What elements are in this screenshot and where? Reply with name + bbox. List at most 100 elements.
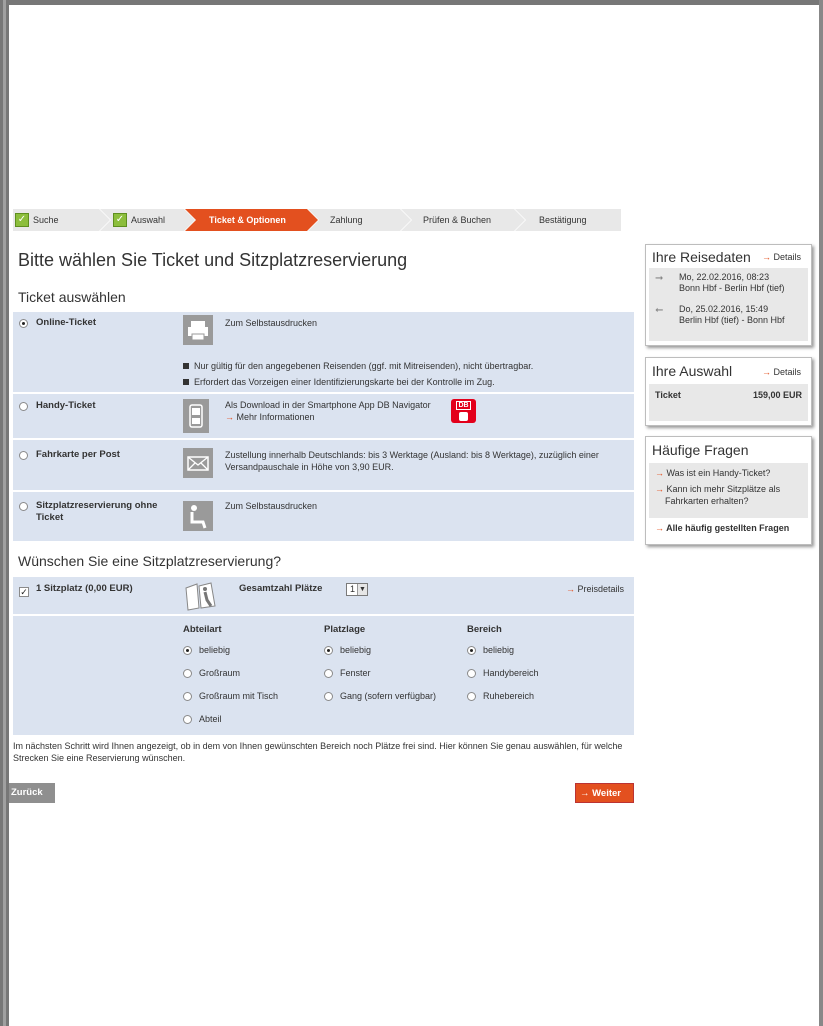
step-label: Ticket & Optionen [209,215,286,225]
faq-link-more-seats[interactable]: → Kann ich mehr Sitzplätze als Fahrkarte… [655,483,805,507]
arrow-right-icon: → [761,367,771,377]
window-frame-right [819,0,823,1026]
faq-q2: Kann ich mehr Sitzplätze als Fahrkarten … [665,484,781,506]
handy-ticket-radio[interactable] [19,402,28,411]
auswahl-ticket-price: 159,00 EUR [752,390,802,400]
auswahl-ticket-label: Ticket [655,390,681,400]
abteilart-option[interactable]: Großraum [199,667,240,679]
bereich-heading: Bereich [467,624,502,635]
arrow-right-icon: → [655,523,664,533]
step-label: Zahlung [330,215,363,225]
arrow-right-icon: → [655,484,664,494]
reservation-info-text: Im nächsten Schritt wird Ihnen angezeigt… [13,741,623,763]
bereich-radio-handy[interactable] [467,669,476,678]
online-note-1: Nur gültig für den angegebenen Reisenden… [194,361,534,371]
mehr-informationen-label: Mehr Informationen [236,412,315,422]
abteilart-option[interactable]: Abteil [199,713,222,725]
auswahl-box: Ihre Auswahl → Details Ticket 159,00 EUR [645,357,812,426]
next-button-label: Weiter [592,788,622,799]
post-ticket-desc: Zustellung innerhalb Deutschlands: bis 3… [225,450,599,472]
online-ticket-label[interactable]: Online-Ticket [36,317,96,329]
abteilart-radio-abteil[interactable] [183,715,192,724]
reservation-section-title: Wünschen Sie eine Sitzplatzreservierung? [18,553,282,569]
online-ticket-radio[interactable] [19,319,28,328]
faq-title: Häufige Fragen [652,442,749,458]
phone-glyph [459,412,468,421]
abteilart-radio-beliebig[interactable] [183,646,192,655]
bereich-option[interactable]: Ruhebereich [483,690,534,702]
online-note-2: Erfordert das Vorzeigen einer Identifizi… [194,377,495,387]
abteilart-radio-grossraum-tisch[interactable] [183,692,192,701]
total-seats-select[interactable]: 1 ▼ [346,583,368,596]
total-seats-label: Gesamtzahl Plätze [239,583,323,594]
step-auswahl[interactable]: ✓ Auswahl [100,209,196,231]
check-icon: ✓ [15,213,29,227]
faq-all-label: Alle häufig gestellten Fragen [666,523,790,533]
seat-only-radio[interactable] [19,502,28,511]
ticket-option-post: Fahrkarte per Post Zustellung innerhalb … [13,439,634,490]
step-pruefen-buchen: Prüfen & Buchen [401,209,526,231]
abteilart-heading: Abteilart [183,624,222,635]
reisedaten-details-link[interactable]: → Details [762,252,801,262]
platzlage-radio-fenster[interactable] [324,669,333,678]
bereich-radio-beliebig[interactable] [467,646,476,655]
platzlage-radio-beliebig[interactable] [324,646,333,655]
seat-only-label[interactable]: Sitzplatzreservierung ohne Ticket [36,500,171,524]
db-navigator-app-icon[interactable]: DB [451,399,476,423]
mehr-informationen-link[interactable]: → Mehr Informationen [225,411,315,423]
step-label: Bestätigung [539,215,587,225]
step-label: Prüfen & Buchen [423,215,492,225]
window-frame-left [0,0,9,1026]
abteilart-option[interactable]: Großraum mit Tisch [199,690,278,702]
faq-link-all[interactable]: → Alle häufig gestellten Fragen [655,522,789,534]
outbound-route: Bonn Hbf - Berlin Hbf (tief) [679,283,785,293]
handy-ticket-desc: Als Download in der Smartphone App DB Na… [225,400,431,410]
seat-only-desc: Zum Selbstausdrucken [225,501,318,511]
bereich-radio-ruhe[interactable] [467,692,476,701]
abteilart-option[interactable]: beliebig [199,644,230,656]
arrow-right-icon: → [761,252,771,262]
check-icon: ✓ [113,213,127,227]
bullet [183,379,189,385]
total-seats-value: 1 [350,584,356,594]
ticket-option-seat-only: Sitzplatzreservierung ohne Ticket Zum Se… [13,491,634,541]
platzlage-option[interactable]: beliebig [340,644,371,656]
arrow-right-icon: → [580,788,590,799]
handy-ticket-label[interactable]: Handy-Ticket [36,400,95,412]
seat-icon [183,501,213,531]
preisdetails-link[interactable]: → Preisdetails [566,583,624,595]
reisedaten-box: Ihre Reisedaten → Details ➞ Mo, 22.02.20… [645,244,812,346]
post-ticket-label[interactable]: Fahrkarte per Post [36,449,120,461]
chevron-down-icon: ▼ [357,584,367,595]
step-suche[interactable]: ✓ Suche [13,209,111,231]
faq-link-handy-ticket[interactable]: → Was ist ein Handy-Ticket? [655,467,770,479]
printer-icon [183,315,213,345]
faq-all-row: → Alle häufig gestellten Fragen [649,518,808,539]
bullet [183,363,189,369]
bereich-option[interactable]: beliebig [483,644,514,656]
platzlage-option[interactable]: Fenster [340,667,371,679]
back-button[interactable]: Zurück [9,783,55,803]
seat-reservation-label[interactable]: 1 Sitzplatz (0,00 EUR) [36,583,133,595]
train-return-icon: ➞ [655,305,664,316]
step-zahlung: Zahlung [308,209,412,231]
seat-reservation-checkbox[interactable]: ✓ [19,587,29,597]
abteilart-radio-grossraum[interactable] [183,669,192,678]
reisedaten-title: Ihre Reisedaten [652,248,751,265]
next-button[interactable]: → Weiter [575,783,634,803]
bereich-option[interactable]: Handybereich [483,667,539,679]
faq-box: Häufige Fragen → Was ist ein Handy-Ticke… [645,436,812,545]
platzlage-heading: Platzlage [324,624,366,635]
envelope-icon [183,448,213,478]
arrow-right-icon: → [225,412,234,422]
post-ticket-radio[interactable] [19,451,28,460]
auswahl-title: Ihre Auswahl [652,363,733,379]
reservation-options-panel: Abteilart Platzlage Bereich beliebig Gro… [13,615,634,735]
step-label: Suche [33,215,59,225]
train-outbound-icon: ➞ [655,273,664,284]
platzlage-radio-gang[interactable] [324,692,333,701]
auswahl-details-link[interactable]: → Details [762,367,801,377]
details-label: Details [773,367,801,377]
step-label: Auswahl [131,215,166,225]
platzlage-option[interactable]: Gang (sofern verfügbar) [340,690,436,702]
